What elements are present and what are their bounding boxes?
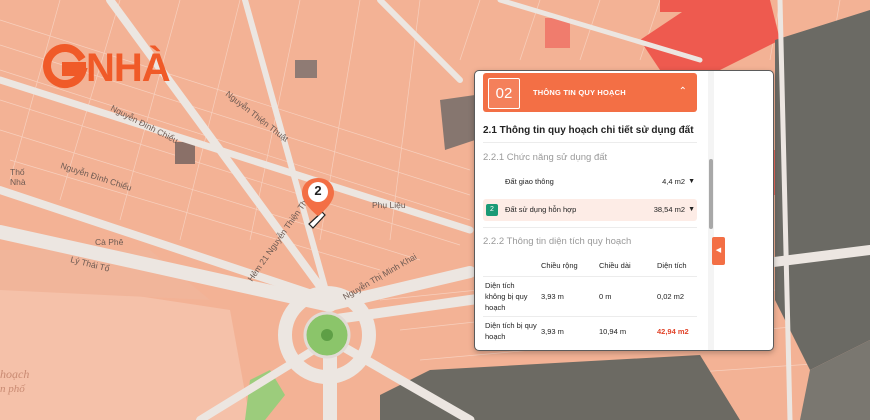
collapse-panel-button[interactable]: ◀ [712, 237, 725, 265]
logo-text: NHÀ [86, 46, 171, 90]
marker-number: 2 [314, 183, 322, 198]
section-number: 02 [488, 78, 520, 109]
map-label-nha: Nhà [10, 177, 26, 187]
table-cell: Diện tích bị quy hoạch [483, 316, 539, 345]
g-logo-icon [43, 44, 88, 88]
section-header-planning[interactable]: 02 THÔNG TIN QUY HOẠCH ⌃ [483, 73, 697, 112]
caret-down-icon[interactable]: ▼ [688, 199, 695, 221]
map-label-ca-phe: Cà Phê [95, 237, 124, 247]
location-pin-marker[interactable]: 2 [300, 176, 336, 228]
table-cell: 0 m [597, 276, 655, 317]
table-header [483, 254, 539, 277]
table-row: Diện tích không bị quy hoạch 3,93 m 0 m … [483, 276, 697, 317]
map-label-pho: n phố [0, 383, 26, 395]
land-use-row[interactable]: 2 Đất sử dụng hỗn hợp 38,54 m2 ▼ [483, 199, 697, 221]
map-label-hoach: hoạch [0, 367, 29, 381]
table-cell: 3,93 m [539, 276, 597, 317]
planning-info-panel: 02 THÔNG TIN QUY HOẠCH ⌃ 2.1 Thông tin q… [474, 70, 774, 351]
land-use-label: Đất sử dụng hỗn hợp [505, 205, 577, 214]
panel-scrollbar[interactable] [708, 71, 714, 350]
chevron-left-icon: ◀ [715, 247, 722, 254]
scrollbar-thumb[interactable] [709, 159, 713, 229]
land-use-value: 38,54 m2 [653, 205, 685, 214]
table-cell-highlight: 42,94 m2 [655, 316, 697, 345]
table-cell: 3,93 m [539, 316, 597, 345]
section-title: THÔNG TIN QUY HOẠCH [533, 88, 626, 97]
table-cell: Diện tích không bị quy hoạch [483, 276, 539, 317]
detail-plan-heading: 2.1 Thông tin quy hoạch chi tiết sử dụng… [483, 125, 694, 136]
table-cell: 0,02 m2 [655, 276, 697, 317]
map-label-tho: Thố [10, 167, 25, 177]
planning-area-table: Chiều rộng Chiều dài Diện tích Diện tích… [483, 254, 697, 345]
land-use-row[interactable]: Đất giao thông 4,4 m2 ▼ [483, 171, 697, 193]
table-row: Diện tích bị quy hoạch 3,93 m 10,94 m 42… [483, 316, 697, 345]
caret-down-icon[interactable]: ▼ [688, 171, 695, 193]
land-use-badge: 2 [486, 204, 498, 216]
table-header: Diện tích [657, 260, 687, 270]
map-label-phu-lieu: Phụ Liệu [372, 200, 406, 210]
land-use-value: 4,4 m2 [662, 177, 685, 186]
divider [483, 227, 697, 228]
area-subheading: 2.2.2 Thông tin diện tích quy hoạch [483, 236, 632, 247]
table-header-row: Chiều rộng Chiều dài Diện tích [483, 254, 697, 277]
divider [483, 142, 697, 143]
land-use-label: Đất giao thông [505, 177, 554, 186]
land-use-subheading: 2.2.1 Chức năng sử dụng đất [483, 152, 608, 163]
table-header: Chiều rộng [541, 260, 578, 270]
table-header: Chiều dài [599, 260, 631, 270]
chevron-up-icon[interactable]: ⌃ [679, 73, 687, 111]
table-cell: 10,94 m [597, 316, 655, 345]
